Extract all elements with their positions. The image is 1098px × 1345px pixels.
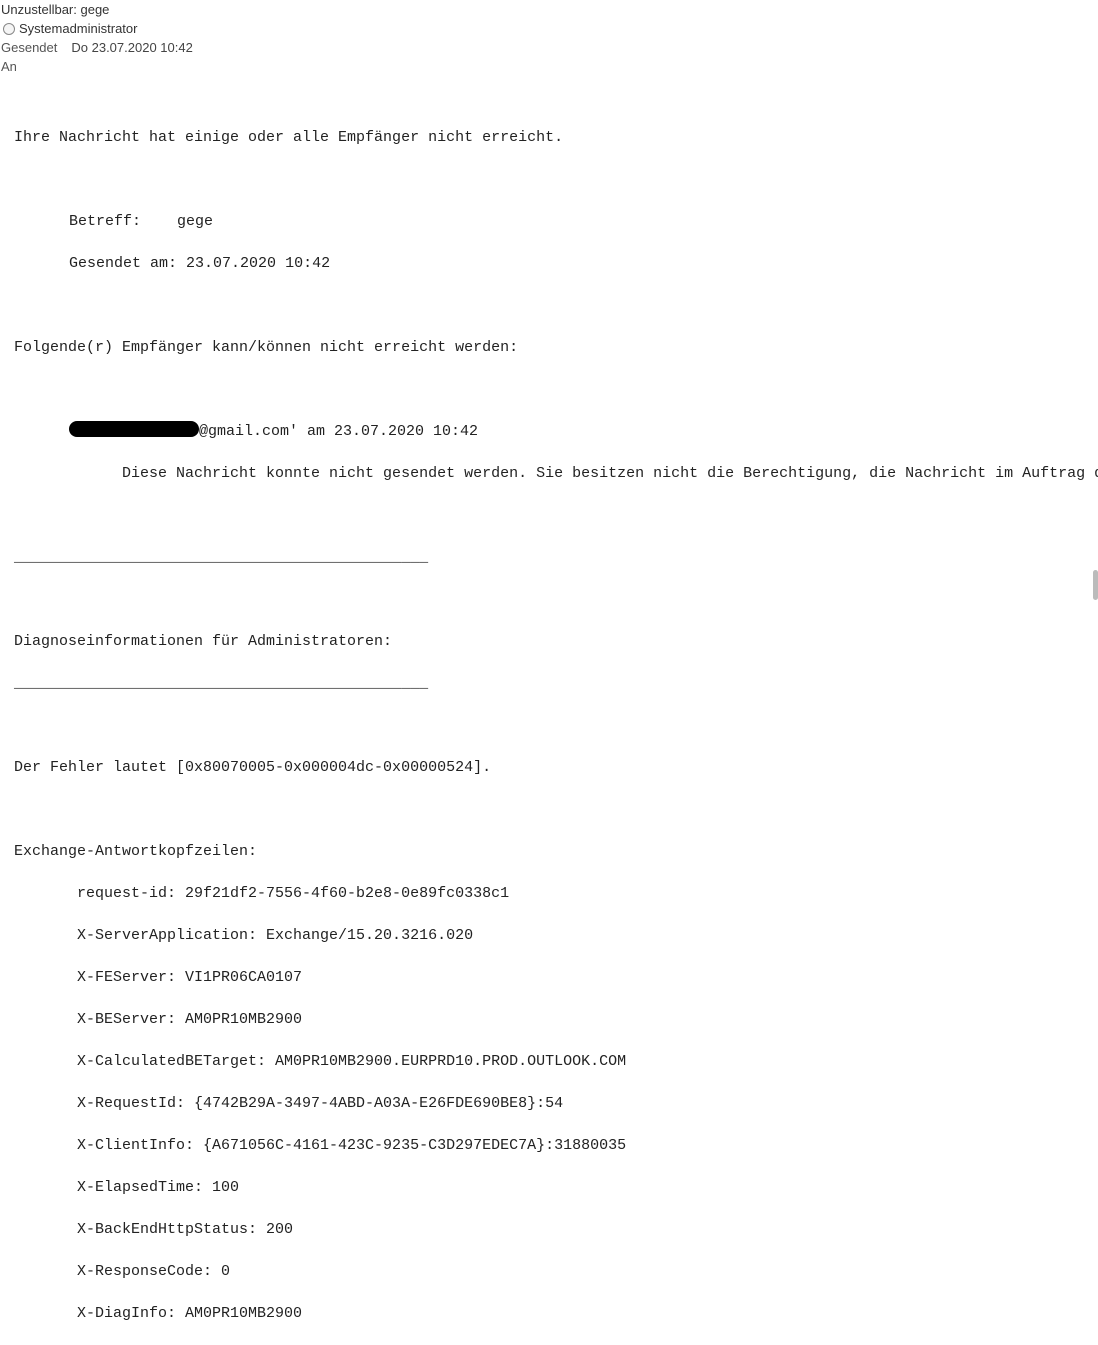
to-label: An [1,59,17,74]
subject-line: Unzustellbar: gege [0,2,1098,17]
sent-on-row: Gesendet am: 23.07.2020 10:42 [14,253,1098,274]
scrollbar-track[interactable] [1088,0,1098,718]
email-body: Ihre Nachricht hat einige oder alle Empf… [0,106,1098,1345]
intro-text: Ihre Nachricht hat einige oder alle Empf… [14,127,1098,148]
error-code: Der Fehler lautet [0x80070005-0x000004dc… [14,757,1098,778]
sent-label: Gesendet [1,40,57,55]
sender-name: Systemadministrator [19,21,137,36]
sender-row: Systemadministrator [0,21,1098,36]
recipient-line: @gmail.com' am 23.07.2020 10:42 [14,421,1098,442]
sent-value: Do 23.07.2020 10:42 [71,40,192,55]
sent-row: Gesendet Do 23.07.2020 10:42 [0,40,1098,55]
hdr-request-id: request-id: 29f21df2-7556-4f60-b2e8-0e89… [14,883,1098,904]
hdr-request-id2: X-RequestId: {4742B29A-3497-4ABD-A03A-E2… [14,1093,1098,1114]
to-row: An [0,59,1098,74]
separator-line: ________________________________________… [14,547,1098,568]
hdr-server-app: X-ServerApplication: Exchange/15.20.3216… [14,925,1098,946]
error-message: Diese Nachricht konnte nicht gesendet we… [14,463,1098,484]
hdr-diag-info: X-DiagInfo: AM0PR10MB2900 [14,1303,1098,1324]
scrollbar-thumb[interactable] [1093,570,1098,600]
hdr-be-server: X-BEServer: AM0PR10MB2900 [14,1009,1098,1030]
redacted-email-icon [69,421,199,437]
hdr-backend-status: X-BackEndHttpStatus: 200 [14,1219,1098,1240]
exchange-header: Exchange-Antwortkopfzeilen: [14,841,1098,862]
sender-avatar-icon [3,23,15,35]
hdr-elapsed: X-ElapsedTime: 100 [14,1177,1098,1198]
subject-row: Betreff: gege [14,211,1098,232]
hdr-fe-server: X-FEServer: VI1PR06CA0107 [14,967,1098,988]
diag-header: Diagnoseinformationen für Administratore… [14,631,1098,652]
separator-line-2: ________________________________________… [14,673,1098,694]
hdr-response-code: X-ResponseCode: 0 [14,1261,1098,1282]
hdr-client-info: X-ClientInfo: {A671056C-4161-423C-9235-C… [14,1135,1098,1156]
failed-recipients-text: Folgende(r) Empfänger kann/können nicht … [14,337,1098,358]
email-header: Unzustellbar: gege Systemadministrator G… [0,0,1098,76]
hdr-calc-target: X-CalculatedBETarget: AM0PR10MB2900.EURP… [14,1051,1098,1072]
